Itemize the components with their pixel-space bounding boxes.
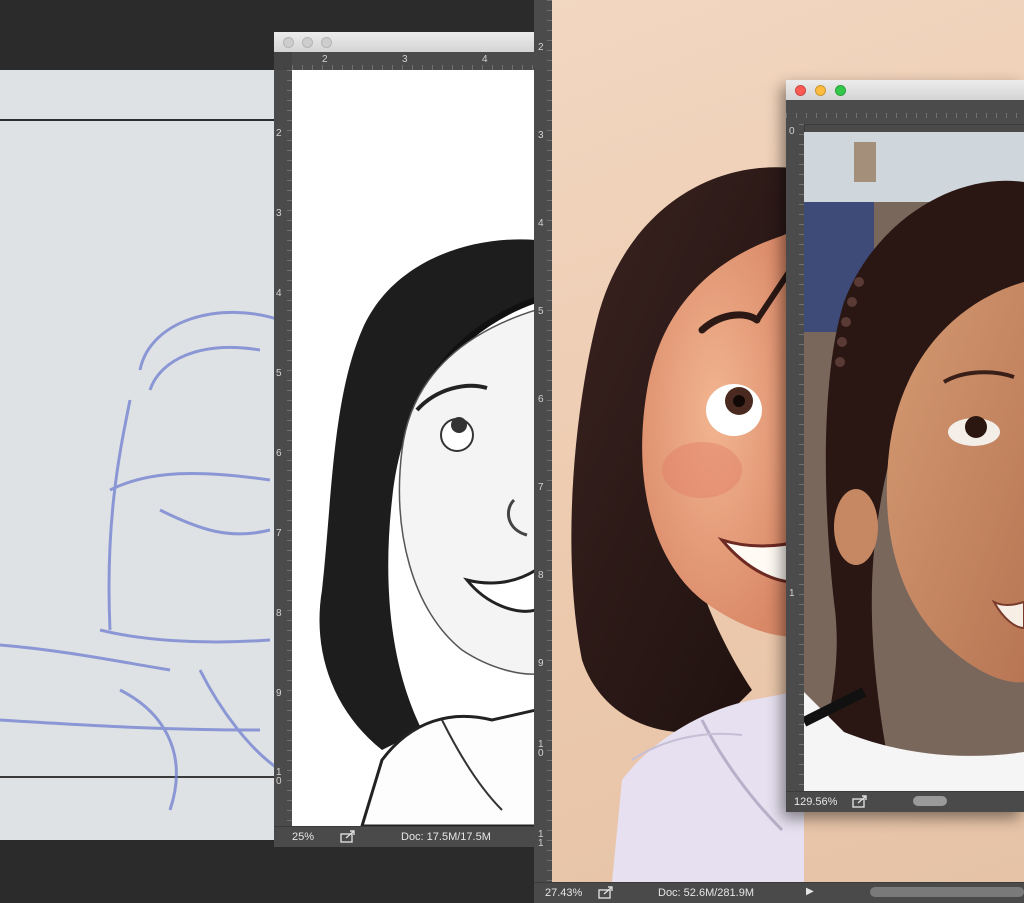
share-icon[interactable] <box>852 795 868 808</box>
horizontal-scrollbar[interactable] <box>870 887 1024 897</box>
ruler-tick: 8 <box>276 608 282 619</box>
ruler-tick: 7 <box>538 482 544 493</box>
share-icon[interactable] <box>340 830 356 843</box>
ruler-origin[interactable] <box>274 52 292 70</box>
reference-photo <box>804 132 1024 792</box>
document-size[interactable]: Doc: 52.6M/281.9M <box>658 887 754 899</box>
ruler-tick: 1 <box>789 588 795 599</box>
status-bar: 25% Doc: 17.5M/17.5M <box>274 826 536 847</box>
ruler-tick: 2 <box>538 42 544 53</box>
vertical-ruler[interactable]: 2 3 4 5 6 7 8 9 1 0 1 1 <box>534 0 553 882</box>
ruler-tick: 0 <box>789 126 795 137</box>
zoom-level[interactable]: 25% <box>292 831 314 843</box>
status-bar: 27.43% Doc: 52.6M/281.9M ▶ <box>534 882 1024 903</box>
ruler-tick: 3 <box>402 54 408 65</box>
document-canvas[interactable] <box>804 132 1024 792</box>
close-button[interactable] <box>795 85 806 96</box>
ruler-tick: 9 <box>538 658 544 669</box>
ruler-tick: 2 <box>322 54 328 65</box>
ruler-tick: 1 0 <box>276 767 282 787</box>
horizontal-ruler[interactable] <box>786 100 1024 125</box>
vertical-ruler[interactable]: 2 3 4 5 6 7 8 9 1 0 <box>274 70 293 826</box>
window-titlebar[interactable] <box>274 32 536 53</box>
ruler-tick: 4 <box>276 288 282 299</box>
minimize-button[interactable] <box>815 85 826 96</box>
ruler-tick: 1 0 <box>538 739 544 759</box>
ruler-tick: 2 <box>276 128 282 139</box>
ruler-tick: 5 <box>538 306 544 317</box>
ruler-tick: 4 <box>482 54 488 65</box>
vertical-ruler[interactable]: 0 1 <box>786 124 805 791</box>
pencil-sketch-image <box>0 70 300 840</box>
ruler-tick: 8 <box>538 570 544 581</box>
ruler-tick: 7 <box>276 528 282 539</box>
ruler-tick: 5 <box>276 368 282 379</box>
zoom-button[interactable] <box>835 85 846 96</box>
photo-document-window[interactable]: 0 1 129.56% <box>786 80 1024 812</box>
ruler-tick: 9 <box>276 688 282 699</box>
ruler-tick: 6 <box>276 448 282 459</box>
horizontal-ruler[interactable]: 2 3 4 <box>292 52 536 71</box>
ruler-tick: 6 <box>538 394 544 405</box>
bw-sketch-artwork <box>292 70 536 826</box>
share-icon[interactable] <box>598 886 614 899</box>
zoom-level[interactable]: 129.56% <box>794 796 837 808</box>
ruler-tick: 1 1 <box>538 829 544 849</box>
status-bar: 129.56% <box>786 791 1024 812</box>
horizontal-scrollbar[interactable] <box>913 796 947 806</box>
pencil-sketch-photo <box>0 70 300 840</box>
zoom-level[interactable]: 27.43% <box>545 887 582 899</box>
window-titlebar[interactable] <box>786 80 1024 101</box>
close-button[interactable] <box>283 37 294 48</box>
status-menu-arrow-icon[interactable]: ▶ <box>806 886 814 897</box>
ruler-tick: 4 <box>538 218 544 229</box>
sketch-document-window[interactable]: 2 3 4 2 3 4 5 6 7 8 9 1 0 25% Doc: 17.5M… <box>274 32 536 847</box>
zoom-button[interactable] <box>321 37 332 48</box>
ruler-tick: 3 <box>538 130 544 141</box>
document-canvas[interactable] <box>292 70 536 826</box>
minimize-button[interactable] <box>302 37 313 48</box>
document-size[interactable]: Doc: 17.5M/17.5M <box>401 831 491 843</box>
ruler-tick: 3 <box>276 208 282 219</box>
